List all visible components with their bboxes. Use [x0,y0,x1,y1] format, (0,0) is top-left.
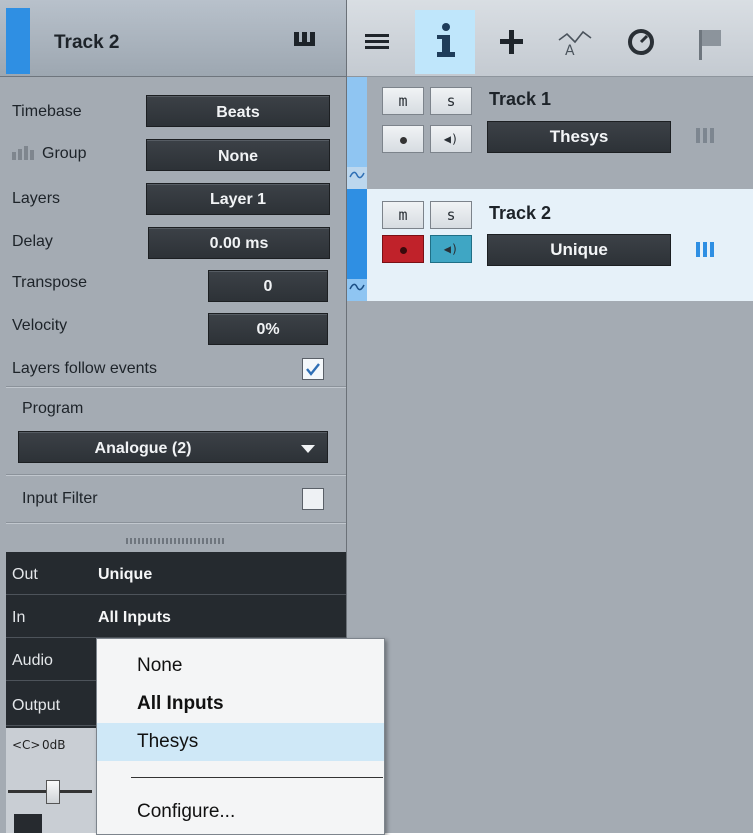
pan-value: <C> [12,738,41,752]
record-icon [399,247,407,254]
layers-follow-checkbox[interactable] [302,358,324,380]
audio-label: Audio [12,652,53,669]
info-button[interactable] [415,10,475,74]
out-label: Out [12,566,38,583]
input-filter-checkbox[interactable] [302,488,324,510]
menu-separator [131,777,383,778]
track-row-1[interactable]: m s ◀) Track 1 Thesys [347,77,753,189]
timebase-label: Timebase [12,103,82,120]
out-value: Unique [98,566,153,583]
out-row[interactable]: Out Unique [6,552,346,595]
add-icon [500,30,523,54]
program-dropdown[interactable]: Analogue (2) [18,431,328,463]
chevron-down-icon [301,445,315,453]
output-label: Output [12,697,61,714]
list-button[interactable] [349,10,409,74]
channel-strip: <C> 0dB [6,728,96,833]
resize-grip[interactable] [126,538,226,544]
meter-block [14,814,42,833]
list-icon [365,34,389,49]
track-2-instrument-icon [695,241,717,264]
transpose-label: Transpose [12,274,87,291]
track-2-solo-button[interactable]: s [430,201,472,229]
program-label: Program [22,400,84,417]
inspector-header: Track 2 [0,0,346,77]
track-1-instrument-button[interactable]: Thesys [487,121,671,153]
track-1-monitor-button[interactable]: ◀) [430,125,472,153]
toolbar: A [347,0,753,77]
flag-icon [699,30,721,60]
track-2-mute-button[interactable]: m [382,201,424,229]
svg-text:A: A [565,43,575,59]
automation-icon: A [558,30,592,59]
clock-icon [628,29,654,55]
menu-item-all-inputs[interactable]: All Inputs [97,685,384,723]
input-dropdown-menu: None All Inputs Thesys Configure... [96,638,385,835]
menu-item-none[interactable]: None [97,647,384,685]
in-value: All Inputs [98,609,171,626]
track-2-instrument-button[interactable]: Unique [487,234,671,266]
layers-follow-label: Layers follow events [12,360,157,377]
track-color-stripe [6,8,30,74]
menu-item-label: All Inputs [137,693,224,714]
group-icon [12,146,38,165]
speaker-icon: ◀) [443,242,459,256]
program-value: Analogue (2) [94,440,192,457]
group-button[interactable]: None [146,139,330,171]
track-2-monitor-button[interactable]: ◀) [430,235,472,263]
checkmark-icon [306,363,320,376]
track-1-mute-button[interactable]: m [382,87,424,115]
layers-button[interactable]: Layer 1 [146,183,330,215]
record-icon [399,137,407,144]
track-list-area: A m s ◀) Track 1 Thesys m s ◀) Track 2 U… [347,0,753,833]
instrument-track-icon [292,30,322,53]
speaker-icon: ◀) [443,132,459,146]
volume-slider-thumb[interactable] [46,780,60,804]
track-1-name: Track 1 [489,89,552,109]
transpose-field[interactable]: 0 [208,270,328,302]
add-track-button[interactable] [481,10,541,74]
wave-icon [349,171,365,179]
wave-icon [349,283,365,291]
track-1-record-button[interactable] [382,125,424,153]
track-2-record-button[interactable] [382,235,424,263]
menu-item-label: Configure... [137,801,236,822]
delay-label: Delay [12,233,53,250]
tempo-button[interactable] [611,10,671,74]
track-1-instrument-icon [695,127,717,150]
info-icon [437,23,455,57]
automation-button[interactable]: A [545,10,605,74]
track-2-expand[interactable] [347,279,367,301]
velocity-field[interactable]: 0% [208,313,328,345]
menu-item-label: None [137,655,183,676]
timebase-button[interactable]: Beats [146,95,330,127]
marker-button[interactable] [679,10,739,74]
in-row[interactable]: In All Inputs [6,595,346,638]
group-label: Group [42,145,87,162]
menu-item-label: Thesys [137,731,199,752]
delay-field[interactable]: 0.00 ms [148,227,330,259]
in-label: In [12,609,26,626]
menu-item-thesys[interactable]: Thesys [97,723,384,761]
input-filter-label: Input Filter [22,490,98,507]
menu-item-configure[interactable]: Configure... [97,793,384,831]
track-2-name: Track 2 [489,203,552,223]
inspector-track-title: Track 2 [54,32,120,53]
track-1-solo-button[interactable]: s [430,87,472,115]
track-1-expand[interactable] [347,167,367,189]
track-row-2[interactable]: m s ◀) Track 2 Unique [347,189,753,301]
volume-value: 0dB [42,738,66,752]
layers-label: Layers [12,190,61,207]
velocity-label: Velocity [12,317,68,334]
